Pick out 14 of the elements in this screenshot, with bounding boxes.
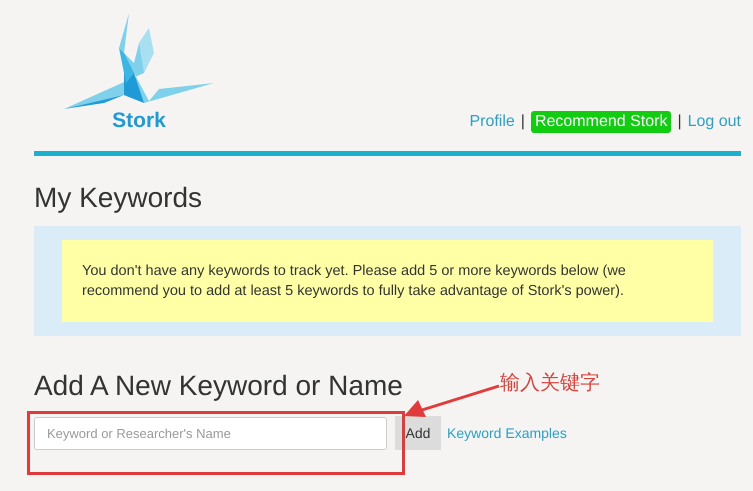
add-button[interactable]: Add	[395, 416, 441, 450]
examples-link[interactable]: Keyword Examples	[447, 425, 567, 441]
separator: |	[677, 113, 682, 131]
arrow-icon	[404, 384, 500, 418]
section-title: My Keywords	[34, 182, 202, 214]
separator: |	[520, 113, 525, 131]
nav-link[interactable]: Profile	[469, 113, 515, 131]
logo-text: Stork	[112, 109, 166, 133]
keyword-input[interactable]: Keyword or Researcher's Name	[34, 416, 387, 450]
section-title: Add A New Keyword or Name	[34, 370, 403, 402]
annotation-text: 输入关键字	[500, 369, 600, 396]
notice-message: You don't have any keywords to track yet. Please add 5 or more keywords below (we recommend you to add at least 5 keywords to fully take advantage of Stork's power).	[62, 240, 713, 322]
recommend-link[interactable]: Recommend Stork	[530, 111, 672, 133]
nav-link[interactable]: Log out	[688, 113, 741, 131]
